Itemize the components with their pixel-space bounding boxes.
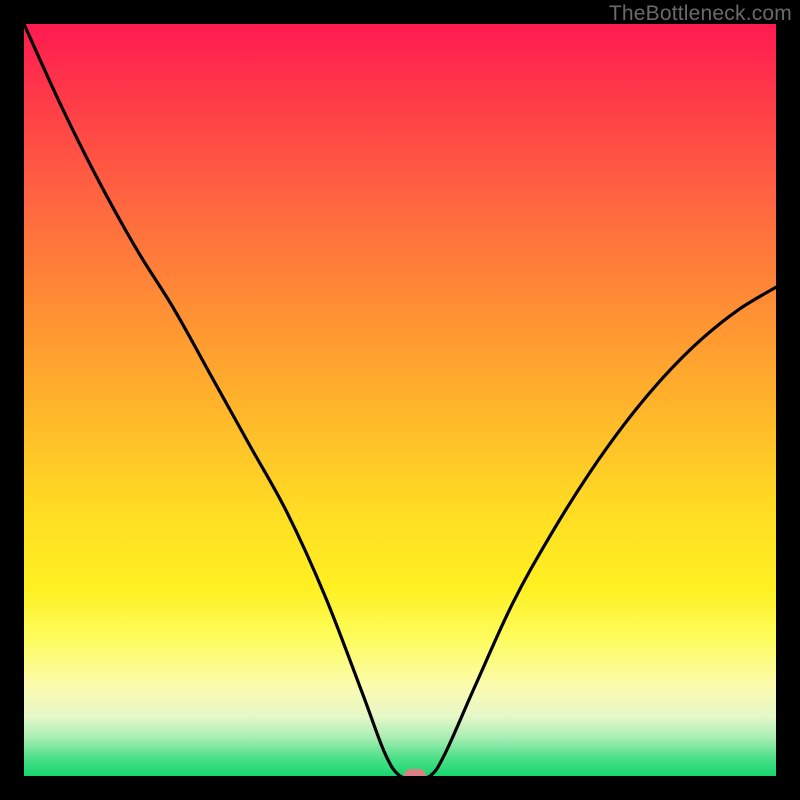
plot-area [24,24,776,776]
minimum-marker [404,769,426,776]
watermark-text: TheBottleneck.com [609,2,792,26]
chart-frame: TheBottleneck.com [0,0,800,800]
bottleneck-curve [24,24,776,776]
